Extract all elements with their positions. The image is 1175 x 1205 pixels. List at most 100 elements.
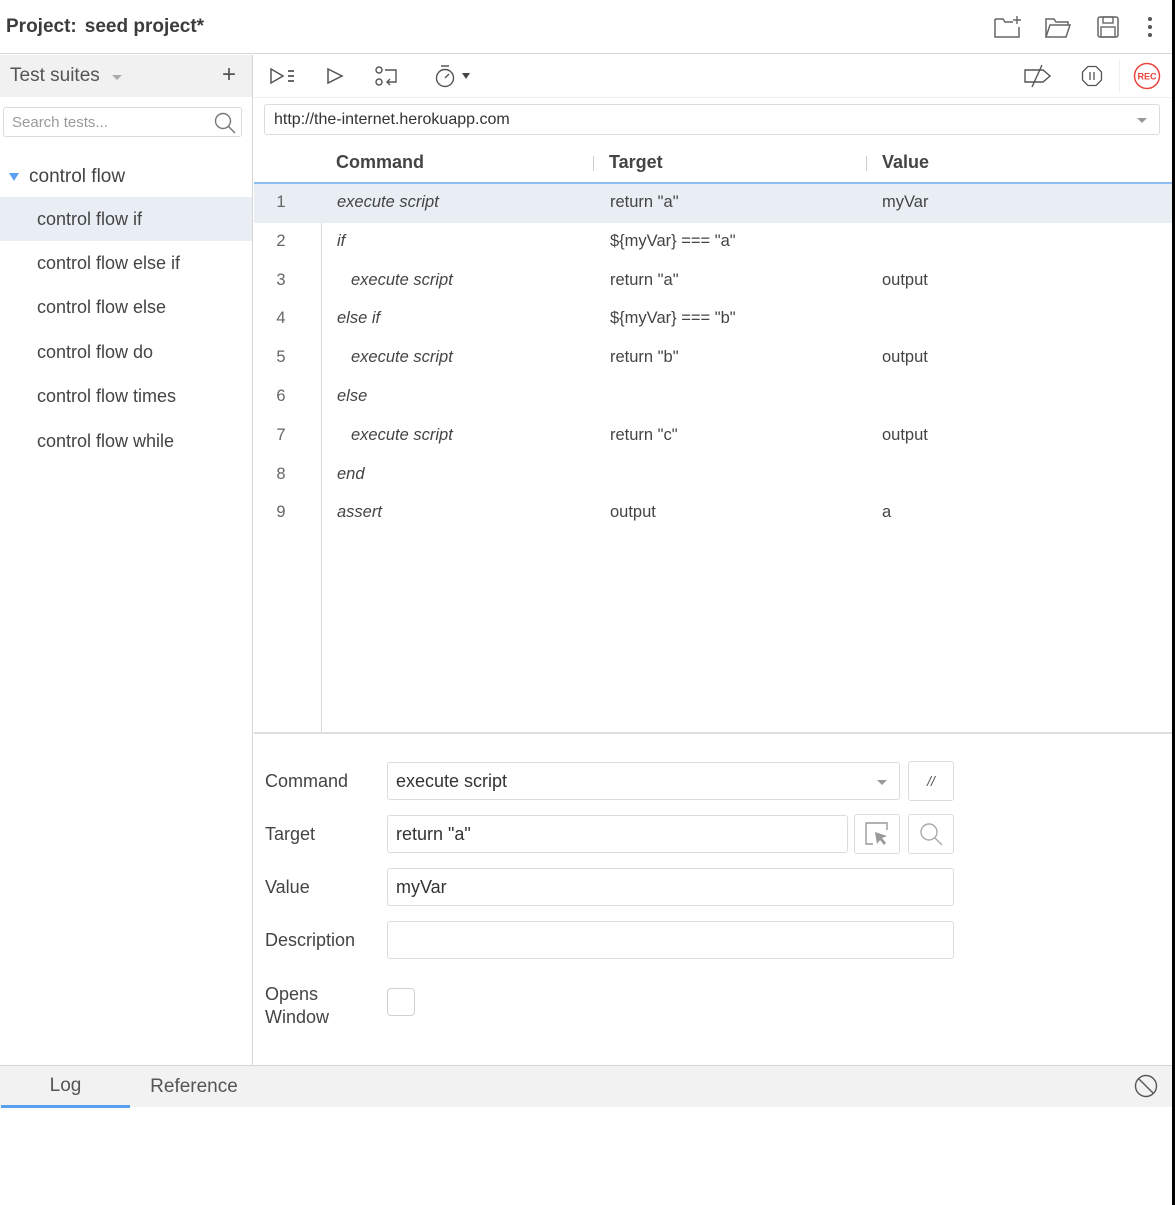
test-item[interactable]: control flow else if — [0, 241, 252, 285]
command-label: Command — [265, 771, 349, 791]
row-value: a — [882, 503, 892, 522]
test-suites-dropdown[interactable]: Test suites — [10, 65, 100, 87]
row-target: ${myVar} === "b" — [610, 309, 736, 328]
run-current-test-icon — [327, 67, 344, 85]
expand-triangle-icon[interactable] — [9, 173, 19, 181]
row-value: output — [882, 270, 928, 289]
opens-window-checkbox[interactable] — [387, 988, 415, 1016]
suite-name: control flow — [29, 166, 126, 187]
playback-speed-button[interactable] — [430, 59, 474, 93]
row-command: if — [337, 231, 346, 250]
table-row[interactable]: 3 execute script return "a" output — [254, 262, 1172, 301]
select-target-button[interactable] — [854, 814, 900, 854]
project-header: Project: seed project* — [0, 0, 1172, 54]
test-item[interactable]: control flow times — [0, 375, 252, 419]
chevron-down-icon[interactable] — [877, 780, 887, 785]
new-project-button[interactable] — [992, 11, 1024, 43]
row-command: assert — [337, 503, 382, 522]
column-header-target: Target — [609, 152, 663, 172]
record-icon: REC — [1133, 62, 1161, 90]
description-input[interactable] — [387, 921, 954, 959]
row-command: else — [337, 386, 368, 405]
test-list: control flow if control flow else if con… — [0, 197, 252, 463]
add-suite-button[interactable]: + — [222, 61, 236, 89]
clear-log-icon[interactable] — [1134, 1074, 1158, 1098]
target-input[interactable]: return "a" — [387, 815, 848, 853]
tab-reference[interactable]: Reference — [130, 1066, 258, 1108]
description-label: Description — [265, 930, 356, 950]
test-item[interactable]: control flow do — [0, 330, 252, 374]
column-resize-handle[interactable] — [866, 156, 867, 171]
row-number: 3 — [276, 270, 286, 289]
row-value: output — [882, 425, 928, 444]
chevron-down-icon[interactable] — [1137, 118, 1147, 123]
open-project-button[interactable] — [1042, 11, 1074, 43]
row-command: else if — [337, 309, 381, 328]
target-input-value: return "a" — [396, 823, 471, 844]
row-number: 9 — [276, 503, 286, 522]
base-url-combobox[interactable]: http://the-internet.herokuapp.com — [264, 104, 1160, 135]
toggle-comment-button[interactable]: // — [908, 761, 954, 801]
command-input[interactable]: execute script — [387, 762, 900, 800]
row-number: 1 — [276, 193, 286, 211]
row-target: return "b" — [610, 348, 679, 367]
base-url-value: http://the-internet.herokuapp.com — [274, 110, 510, 128]
value-input-value: myVar — [396, 876, 447, 897]
step-over-button[interactable] — [370, 59, 404, 93]
row-target: return "c" — [610, 425, 678, 444]
row-target: return "a" — [610, 270, 679, 289]
test-item[interactable]: control flow else — [0, 286, 252, 330]
table-row[interactable]: 1 execute script return "a" myVar — [254, 184, 1172, 223]
speed-timer-icon — [435, 65, 454, 88]
suite-control-flow[interactable]: control flow — [0, 157, 252, 197]
table-row[interactable]: 8 end — [254, 456, 1172, 495]
column-resize-handle[interactable] — [593, 156, 594, 171]
table-row[interactable]: 2 if ${myVar} === "a" — [254, 223, 1172, 262]
project-label: Project: — [6, 15, 77, 37]
run-all-tests-icon — [270, 67, 294, 85]
test-item[interactable]: control flow while — [0, 419, 252, 463]
table-row[interactable]: 9 assert output a — [254, 494, 1172, 533]
run-current-test-button[interactable] — [318, 59, 352, 93]
pause-on-exceptions-button[interactable] — [1075, 59, 1109, 93]
row-number: 7 — [276, 425, 286, 444]
table-row[interactable]: 4 else if ${myVar} === "b" — [254, 300, 1172, 339]
search-input[interactable] — [12, 113, 202, 131]
row-command: execute script — [351, 348, 453, 367]
project-title: Project: seed project* — [6, 16, 204, 38]
url-row: http://the-internet.herokuapp.com — [254, 97, 1172, 143]
table-body: 1 execute script return "a" myVar 2 if ${myVar… — [254, 184, 1172, 732]
column-header-value: Value — [882, 152, 930, 172]
record-button[interactable]: REC — [1130, 59, 1164, 93]
search-icon — [920, 823, 943, 846]
more-options-button[interactable] — [1142, 11, 1158, 43]
row-target: output — [610, 503, 656, 522]
run-all-tests-button[interactable] — [266, 59, 300, 93]
commands-table: Command Target Value 1 execute script retu… — [254, 143, 1172, 732]
value-input[interactable]: myVar — [387, 868, 954, 906]
command-editor: Command execute script // Target return … — [254, 732, 1172, 1064]
table-row[interactable]: 6 else — [254, 378, 1172, 417]
save-project-button[interactable] — [1092, 11, 1124, 43]
test-item[interactable]: control flow if — [0, 197, 252, 242]
command-input-value: execute script — [396, 770, 508, 791]
disable-breakpoints-button[interactable] — [1021, 59, 1055, 93]
project-name[interactable]: seed project* — [85, 16, 204, 37]
table-header: Command Target Value — [254, 143, 1172, 184]
row-number: 4 — [276, 309, 286, 328]
chevron-down-icon[interactable] — [111, 74, 122, 80]
step-over-icon — [375, 66, 397, 86]
opens-window-label-line1: Opens — [265, 984, 319, 1004]
row-command: execute script — [351, 270, 453, 289]
search-icon — [214, 112, 236, 134]
table-row[interactable]: 7 execute script return "c" output — [254, 417, 1172, 456]
search-box — [3, 107, 242, 137]
tab-log[interactable]: Log — [1, 1066, 130, 1108]
row-number: 2 — [276, 231, 286, 250]
find-target-button[interactable] — [908, 814, 954, 854]
row-command: execute script — [351, 425, 453, 444]
sidebar: Test suites + control flow control flow … — [0, 55, 253, 1065]
bottom-panel-tabs: Log Reference — [0, 1065, 1172, 1108]
row-target: ${myVar} === "a" — [610, 231, 736, 250]
table-row[interactable]: 5 execute script return "b" output — [254, 339, 1172, 378]
